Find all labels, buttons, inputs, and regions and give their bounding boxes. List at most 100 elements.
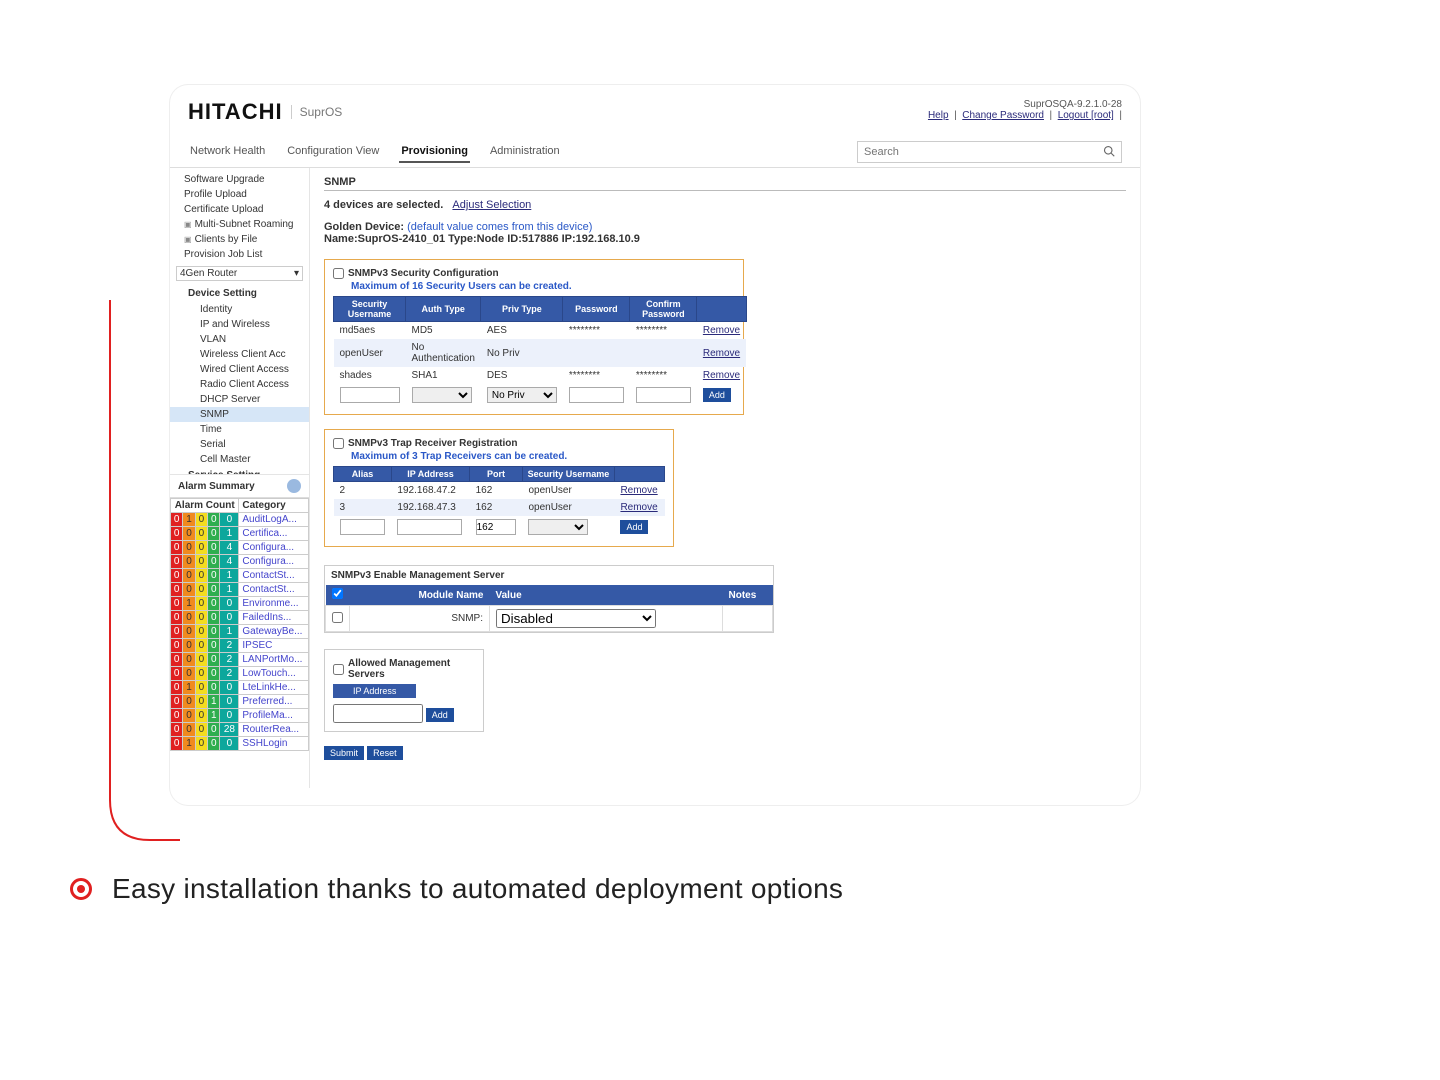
mgmt-server-box: SNMPv3 Enable Management Server Module N… [324,565,774,633]
snmp-security-checkbox[interactable] [333,268,344,279]
tab-network-health[interactable]: Network Health [188,141,267,163]
golden-details: Name:SuprOS-2410_01 Type:Node ID:517886 … [324,233,1126,245]
alarm-row[interactable]: 00002LowTouch... [171,667,309,681]
tree-item-radio-client[interactable]: Radio Client Access [170,377,309,392]
mgmt-row-checkbox[interactable] [332,612,343,623]
tab-administration[interactable]: Administration [488,141,562,163]
tree-item-wireless-client[interactable]: Wireless Client Acc [170,347,309,362]
logout-link[interactable]: Logout [root] [1058,110,1114,121]
sec2-add-button[interactable]: Add [620,520,648,534]
alarm-row[interactable]: 01000SSHLogin [171,737,309,751]
allowed-ip-input[interactable] [333,704,423,723]
mgmt-row-value[interactable]: Disabled [496,609,656,628]
sec2-new-user[interactable] [528,519,588,535]
alarm-row[interactable]: 01000LteLinkHe... [171,681,309,695]
tree-service-setting[interactable]: Service Setting [170,467,309,475]
help-link[interactable]: Help [928,110,949,121]
remove-link[interactable]: Remove [620,502,657,513]
alarm-row[interactable]: 00002LANPortMo... [171,653,309,667]
tree-item-ip-wireless[interactable]: IP and Wireless [170,317,309,332]
alarm-row[interactable]: 00001ContactSt... [171,569,309,583]
remove-link[interactable]: Remove [620,485,657,496]
sidebar-item-provision-job-list[interactable]: Provision Job List [176,247,309,262]
alarm-row[interactable]: 000028RouterRea... [171,723,309,737]
search-box[interactable] [857,141,1122,163]
sec2-new-ip[interactable] [397,519,462,535]
mgmt-col-module: Module Name [350,585,490,606]
search-input[interactable] [864,146,1103,158]
sidebar-item-software-upgrade[interactable]: Software Upgrade [176,172,309,187]
allowed-add-button[interactable]: Add [426,708,454,722]
search-icon[interactable] [1103,145,1115,160]
trap-receiver-box: SNMPv3 Trap Receiver Registration Maximu… [324,429,674,547]
tree-item-wired-client[interactable]: Wired Client Access [170,362,309,377]
trap-receiver-row: 2192.168.47.2162openUserRemove [334,482,665,500]
remove-link[interactable]: Remove [703,348,740,359]
alarm-row[interactable]: 00001GatewayBe... [171,625,309,639]
tab-configuration-view[interactable]: Configuration View [285,141,381,163]
snmp-security-title: SNMPv3 Security Configuration [348,268,499,279]
tree-item-serial[interactable]: Serial [170,437,309,452]
submit-button[interactable]: Submit [324,746,364,760]
adjust-selection-link[interactable]: Adjust Selection [452,199,531,211]
mgmt-col-value: Value [490,585,723,606]
alarm-count-header: Alarm Count [171,499,239,513]
allowed-ip-header: IP Address [333,684,416,698]
sec1-new-pw[interactable] [569,387,624,403]
sidebar-item-multi-subnet-roaming[interactable]: Multi-Subnet Roaming [176,217,309,232]
allowed-servers-checkbox[interactable] [333,664,344,675]
tree-item-vlan[interactable]: VLAN [170,332,309,347]
alarm-row[interactable]: 00010Preferred... [171,695,309,709]
reset-button[interactable]: Reset [367,746,403,760]
security-user-row: openUserNo AuthenticationNo PrivRemove [334,339,747,367]
version-label: SuprOSQA-9.2.1.0-28 [928,99,1122,110]
alarm-table: Alarm Count Category 01000AuditLogA...00… [170,498,309,751]
sidebar-item-certificate-upload[interactable]: Certificate Upload [176,202,309,217]
alarm-row[interactable]: 00001ContactSt... [171,583,309,597]
change-password-link[interactable]: Change Password [962,110,1044,121]
tree-item-dhcp-server[interactable]: DHCP Server [170,392,309,407]
sec1-new-pw2[interactable] [636,387,691,403]
sec2-new-port[interactable] [476,519,516,535]
selection-count: 4 devices are selected. [324,199,443,211]
alarm-row[interactable]: 00001Certifica... [171,527,309,541]
sec1-add-button[interactable]: Add [703,388,731,402]
sidebar-item-clients-by-file[interactable]: Clients by File [176,232,309,247]
refresh-icon[interactable] [287,479,301,493]
tree-item-identity[interactable]: Identity [170,302,309,317]
alarm-row[interactable]: 00002IPSEC [171,639,309,653]
tree-item-snmp[interactable]: SNMP [170,407,309,422]
allowed-servers-box: Allowed Management Servers IP Address Ad… [324,649,484,732]
tree-item-cell-master[interactable]: Cell Master [170,452,309,467]
sec1-col-username: Security Username [334,297,406,322]
brand-sub: SuprOS [291,105,343,119]
trap-receiver-checkbox[interactable] [333,438,344,449]
sec1-col-auth: Auth Type [406,297,481,322]
alarm-row[interactable]: 00004Configura... [171,555,309,569]
brand: HITACHI SuprOS [188,99,342,125]
sidebar-item-profile-upload[interactable]: Profile Upload [176,187,309,202]
device-type-label: 4Gen Router [180,268,237,279]
sec2-col-user: Security Username [522,467,614,482]
tab-provisioning[interactable]: Provisioning [399,141,470,163]
sec2-new-alias[interactable] [340,519,385,535]
remove-link[interactable]: Remove [703,325,740,336]
trap-receiver-note: Maximum of 3 Trap Receivers can be creat… [351,451,665,462]
device-type-selector[interactable]: 4Gen Router ▾ [176,266,303,281]
remove-link[interactable]: Remove [703,370,740,381]
sec2-col-ip: IP Address [391,467,469,482]
tree-device-setting[interactable]: Device Setting [170,285,309,302]
sec1-new-username[interactable] [340,387,400,403]
sec1-new-priv[interactable]: No Priv [487,387,557,403]
alarm-row[interactable]: 00000FailedIns... [171,611,309,625]
snmp-security-box: SNMPv3 Security Configuration Maximum of… [324,259,744,415]
tree-item-time[interactable]: Time [170,422,309,437]
snmp-security-note: Maximum of 16 Security Users can be crea… [351,281,735,292]
alarm-row[interactable]: 00004Configura... [171,541,309,555]
alarm-row[interactable]: 01000Environme... [171,597,309,611]
mgmt-header-checkbox[interactable] [332,588,343,599]
sec1-new-auth[interactable] [412,387,472,403]
sec1-col-priv: Priv Type [481,297,563,322]
alarm-row[interactable]: 00010ProfileMa... [171,709,309,723]
alarm-row[interactable]: 01000AuditLogA... [171,513,309,527]
